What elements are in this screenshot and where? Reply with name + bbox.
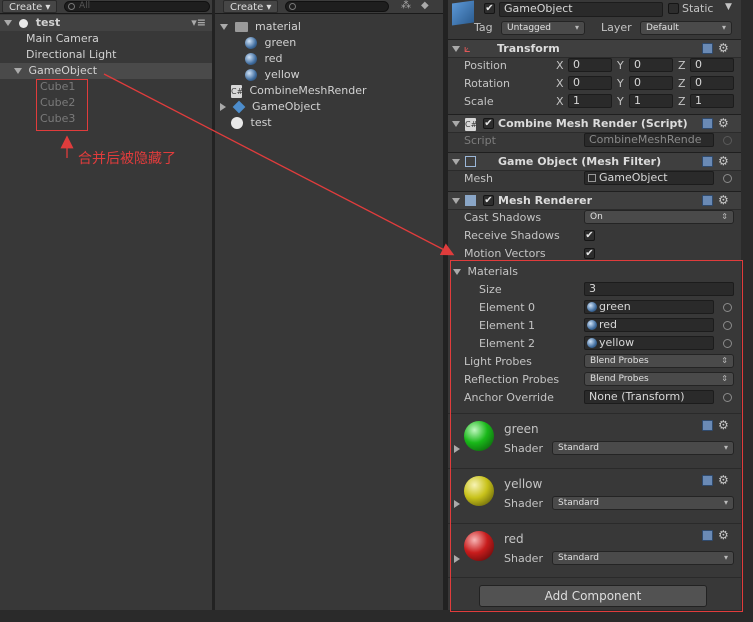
annotation-arrows [60, 73, 455, 256]
annotation-text: 合并后被隐藏了 [78, 151, 176, 167]
